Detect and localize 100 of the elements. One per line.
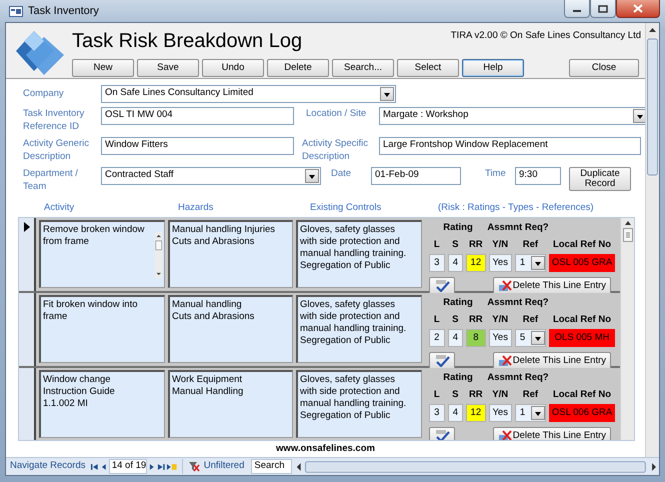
activity-field[interactable]: Remove broken window from frame [39,220,165,288]
column-label: Y/N [491,238,510,252]
duplicate-button[interactable]: Duplicate Record [569,166,631,191]
close-form-button[interactable]: Close [569,59,639,77]
delete-icon [498,355,512,368]
scroll-thumb[interactable] [646,37,659,177]
likelihood-field[interactable]: 3 [429,404,445,422]
toolbar-button[interactable]: Search... [332,59,394,77]
website-link[interactable]: www.onsafelines.com [276,442,375,456]
subform-scrollbar[interactable] [620,218,634,440]
column-label: Local Ref No [552,238,612,252]
field-label: Location / Site [306,106,368,120]
toolbar-button[interactable]: New [72,59,134,77]
column-label: Y/N [491,388,510,402]
company-dropdown[interactable]: On Safe Lines Consultancy Limited [101,84,396,103]
assessment-label: Assmnt Req? [487,370,549,385]
assessment-field[interactable]: Yes [488,404,512,422]
dropdown-button[interactable] [380,86,394,101]
ref-dropdown[interactable]: 1 [514,254,546,272]
record-selector[interactable] [19,368,36,440]
toolbar-button[interactable]: Help [462,59,524,77]
new-record-icon[interactable] [166,462,178,472]
toolbar-button[interactable]: Delete [267,59,329,77]
department-dropdown[interactable]: Contracted Staff [101,166,321,185]
close-icon [633,4,643,13]
delete-line-button[interactable]: Delete This Line Entry [492,427,611,440]
column-heading: Hazards [178,200,214,215]
ref-dropdown[interactable]: 5 [514,329,546,348]
field-label: Company [23,87,65,100]
toolbar-button[interactable]: Save [137,59,199,77]
navigation-label: Navigate Records [10,459,86,474]
current-record-icon [22,222,30,232]
record-selector[interactable] [19,292,36,366]
column-label: Local Ref No [552,313,612,328]
reference-field[interactable]: OSL TI MW 004 [101,106,294,125]
close-button[interactable] [616,0,660,18]
window-title: Task Inventory [28,4,99,19]
ref-dropdown[interactable]: 1 [514,404,546,422]
assessment-field[interactable]: Yes [488,254,512,272]
likelihood-field[interactable]: 2 [429,329,445,348]
date-field[interactable]: 01-Feb-09 [371,166,461,185]
rating-label: Rating [442,370,474,385]
assessment-label: Assmnt Req? [487,220,549,235]
copyright-text: TIRA v2.00 © On Safe Lines Consultancy Ltd [450,29,641,43]
column-label: Y/N [491,313,510,328]
local-ref-field[interactable]: OSL 005 GRA [549,254,615,272]
assessment-label: Assmnt Req? [487,296,549,310]
maximize-button[interactable] [590,0,616,18]
column-label: Ref [522,388,540,402]
column-label: L [432,238,441,252]
severity-field[interactable]: 4 [448,329,464,348]
toolbar-button[interactable]: Select [397,59,459,77]
delete-icon [498,430,512,440]
description-field[interactable]: Window Fitters [101,136,294,155]
record-position-field[interactable]: 14 of 19 [108,459,147,474]
risk-rating-field[interactable]: 8 [466,329,486,348]
app-title: Task Risk Breakdown Log [72,29,302,53]
column-label: L [432,313,441,328]
time-field[interactable]: 9:30 [515,166,561,185]
column-heading: (Risk : Ratings - Types - References) [438,200,595,215]
checkmark-icon [434,280,450,292]
activity-field[interactable]: Fit broken window into frame [39,294,165,363]
column-label: Ref [522,313,540,328]
field-label: Activity Generic Description [23,136,90,163]
assessment-field[interactable]: Yes [488,329,512,348]
field-label: Task Inventory Reference ID [23,106,86,133]
column-label: L [432,388,441,402]
column-label: RR [468,388,484,402]
likelihood-field[interactable]: 3 [429,254,445,272]
toolbar-button[interactable]: Undo [202,59,264,77]
filter-icon [188,461,200,472]
hazards-field[interactable]: Manual handling Injuries Cuts and Abrasions [168,220,293,288]
minimize-button[interactable] [564,0,590,18]
window-scrollbar[interactable] [645,23,659,457]
column-heading: Existing Controls [310,200,382,215]
column-label: S [451,388,460,402]
controls-field[interactable]: Gloves, safety glasses with side protection and manual handling training. Segregation of Public [296,370,422,438]
dropdown-button[interactable] [305,168,319,183]
spellcheck-button[interactable] [429,427,455,440]
hazards-field[interactable]: Manual handling Cuts and Abrasions [168,294,293,363]
column-heading: Activity [44,200,76,215]
controls-field[interactable]: Gloves, safety glasses with side protection and manual handling training. Segregation of Public [296,220,422,288]
first-record-icon[interactable] [90,462,100,472]
risk-rating-field[interactable]: 12 [466,254,486,272]
filter-toggle[interactable]: Unfiltered [182,459,250,474]
search-field[interactable]: Search [251,459,292,474]
scroll-thumb[interactable] [622,228,632,242]
hazards-field[interactable]: Work Equipment Manual Handling [168,370,293,438]
risk-rating-field[interactable]: 12 [466,404,486,422]
app-icon [9,6,23,16]
checkmark-icon [434,430,450,440]
severity-field[interactable]: 4 [448,404,464,422]
description-field[interactable]: Large Frontshop Window Replacement [379,136,641,155]
local-ref-field[interactable]: OLS 005 MH [549,329,615,348]
record-selector[interactable] [19,218,36,291]
column-label: RR [468,313,484,328]
local-ref-field[interactable]: OSL 006 GRA [549,404,615,422]
activity-field[interactable]: Window change Instruction Guide 1.1.002 MI [39,370,165,438]
severity-field[interactable]: 4 [448,254,464,272]
controls-field[interactable]: Gloves, safety glasses with side protection and manual handling training. Segregation of Public [296,294,422,363]
